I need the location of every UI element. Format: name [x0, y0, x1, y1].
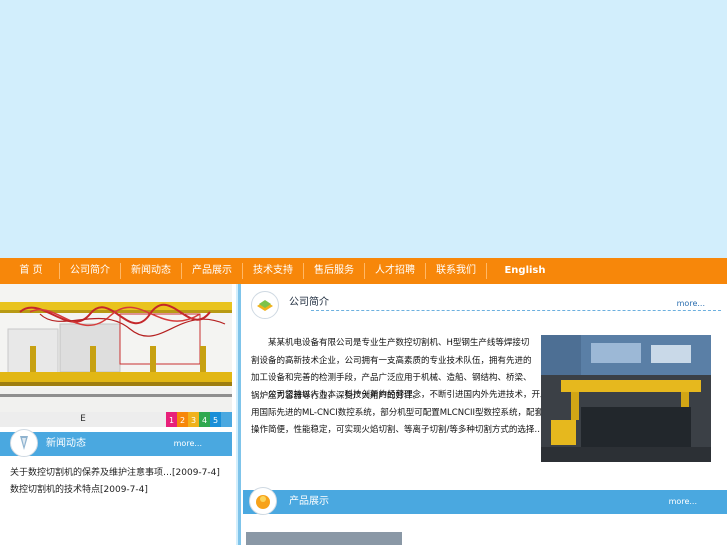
slide-number-bar-end [221, 412, 232, 427]
products-icon [249, 487, 277, 515]
nav-service[interactable]: 售后服务 [312, 258, 356, 284]
nav-products[interactable]: 产品展示 [190, 258, 234, 284]
slide-number-2[interactable]: 2 [177, 412, 188, 427]
nav-separator [59, 263, 60, 279]
news-more-link[interactable]: more... [174, 432, 202, 456]
intro-divider [311, 310, 721, 311]
nav-separator [303, 263, 304, 279]
news-item-date: [2009-7-4] [172, 468, 220, 478]
company-photo [541, 335, 711, 462]
nav-jobs[interactable]: 人才招聘 [373, 258, 417, 284]
nav-home[interactable]: 首 页 [14, 258, 48, 284]
slide-number-5[interactable]: 5 [210, 412, 221, 427]
news-item-date: [2009-7-4] [100, 485, 148, 495]
left-column: E 1 2 3 4 5 新闻动态 more... 关于数控切割机的保养及维护注意… [0, 284, 236, 545]
news-header: 新闻动态 more... [0, 429, 232, 457]
news-item-text[interactable]: 数控切割机的技术特点 [10, 485, 100, 495]
news-title: 新闻动态 [46, 438, 86, 449]
nav-separator [486, 263, 487, 279]
right-column: 公司简介 more... 某某机电设备有限公司是专业生产数控切割机、H型钢生产线… [238, 284, 727, 545]
company-icon [251, 291, 279, 319]
products-header: 产品展示 more... [243, 487, 727, 515]
slide-number-3[interactable]: 3 [188, 412, 199, 427]
nav-contact[interactable]: 联系我们 [434, 258, 478, 284]
nav-news[interactable]: 新闻动态 [129, 258, 173, 284]
news-item-text[interactable]: 关于数控切割机的保养及维护注意事项… [10, 468, 172, 478]
pencil-icon [10, 429, 38, 457]
intro-more-link[interactable]: more... [677, 299, 705, 308]
nav-separator [120, 263, 121, 279]
news-list-item[interactable]: 数控切割机的技术特点[2009-7-4] [10, 482, 148, 495]
nav-about[interactable]: 公司简介 [68, 258, 112, 284]
nav-separator [181, 263, 182, 279]
nav-english[interactable]: English [500, 258, 550, 284]
nav-support[interactable]: 技术支持 [251, 258, 295, 284]
news-list-item[interactable]: 关于数控切割机的保养及维护注意事项…[2009-7-4] [10, 465, 220, 478]
nav-separator [425, 263, 426, 279]
product-slideshow[interactable] [0, 284, 232, 412]
intro-title: 公司简介 [289, 297, 329, 308]
slide-caption: E [0, 412, 166, 427]
slide-number-4[interactable]: 4 [199, 412, 210, 427]
products-title: 产品展示 [289, 496, 329, 507]
main-nav: 首 页 公司简介 新闻动态 产品展示 技术支持 售后服务 人才招聘 联系我们 E… [0, 258, 727, 284]
cutting-machine-image [0, 284, 232, 412]
slide-number-1[interactable]: 1 [166, 412, 177, 427]
product-thumbnail[interactable] [246, 532, 402, 545]
nav-separator [242, 263, 243, 279]
products-more-link[interactable]: more... [669, 490, 697, 514]
nav-separator [364, 263, 365, 279]
